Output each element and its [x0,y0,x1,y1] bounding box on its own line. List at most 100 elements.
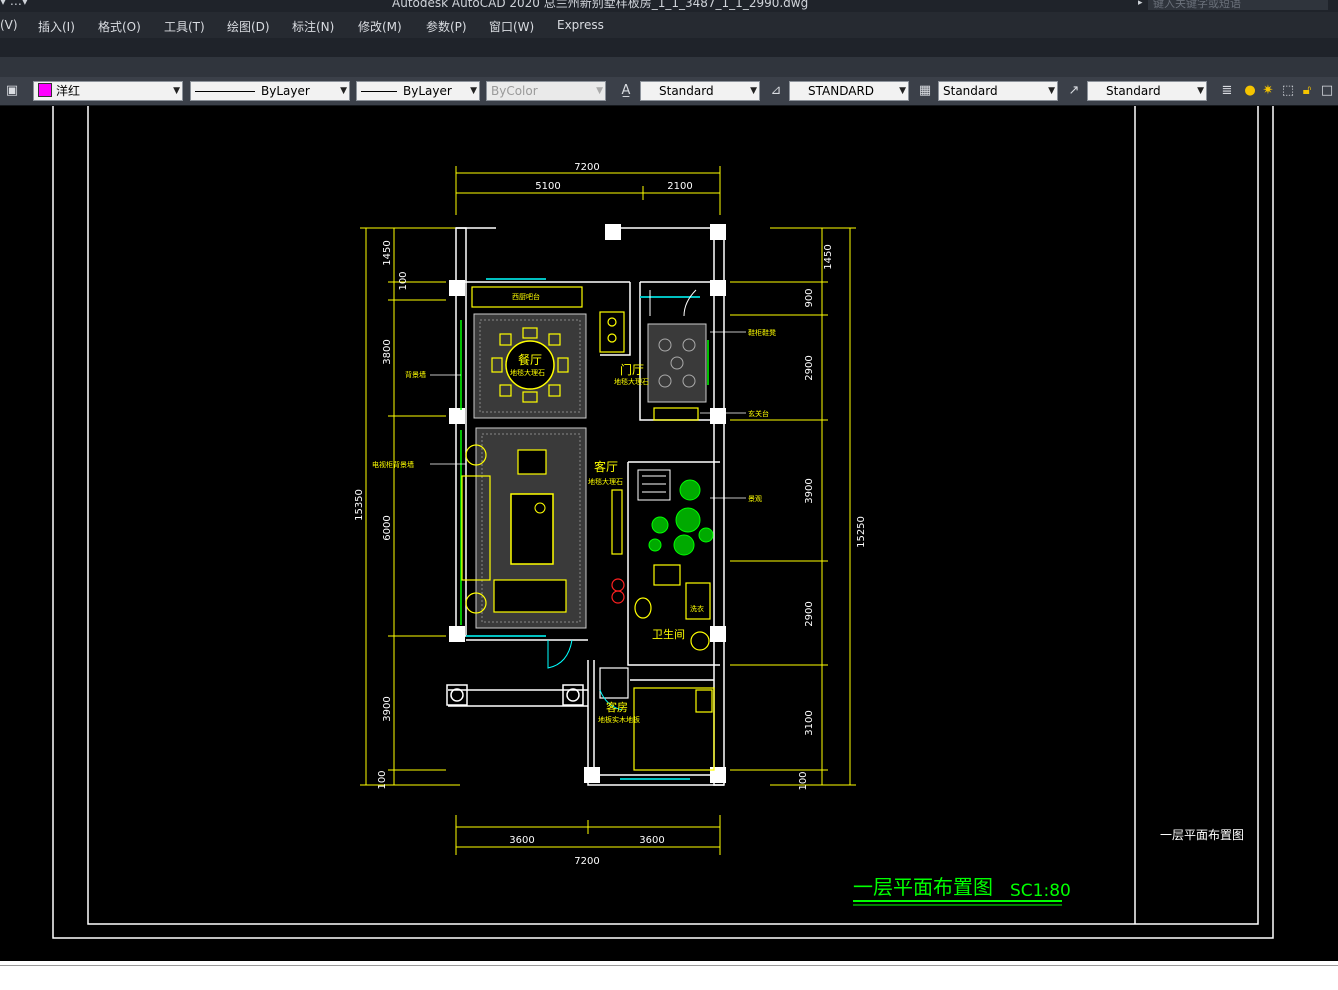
menu-item-modify[interactable]: 修改(M) [358,18,402,35]
dim-top-right: 2100 [667,181,692,192]
dim-right-seg: 3900 [804,478,815,503]
lineweight-value: ByLayer [403,84,452,98]
chevron-down-icon: ▼ [1197,86,1204,96]
note-entry-table: 玄关台 [748,409,769,418]
menu-item-window[interactable]: 窗口(W) [489,18,534,35]
drawing-title: 一层平面布置图 [853,875,993,899]
color-swatch [38,83,52,97]
menu-item-parametric[interactable]: 参数(P) [426,18,467,35]
color-box-icon[interactable]: □ [1318,82,1336,100]
linetype-dropdown[interactable]: ByLayer ▼ [190,81,350,101]
chevron-down-icon: ▼ [1048,86,1055,96]
color-value: 洋红 [56,84,81,98]
dim-left-seg: 100 [398,271,409,290]
lineweight-dropdown[interactable]: ByLayer ▼ [356,81,480,101]
dim-bottom-left: 3600 [509,835,534,846]
title-bar: ▾ …▾ Autodesk AutoCAD 2020 总兰州新别墅样板房_1_1… [0,0,1338,12]
menu-item-format[interactable]: 格式(O) [98,18,141,35]
room-living-sub: 地毯大理石 [588,477,623,486]
room-living: 客厅 [594,459,618,474]
drawing-title-block: 一层平面布置图 SC1:80 一层平面布置图 [853,828,1244,906]
search-input[interactable]: 键入关键字或短语 [1148,0,1328,10]
room-bathroom: 卫生间 [652,627,685,641]
chevron-down-icon: ▼ [470,86,477,96]
table-style-dropdown[interactable]: Standard ▼ [938,81,1058,101]
living-area [461,427,587,629]
dim-top-total: 7200 [574,162,599,173]
dim-bottom-total: 7200 [574,856,599,867]
note-shoe-cabinet: 鞋柜鞋凳 [748,328,776,337]
viewport-freeze-icon[interactable]: ⬚ [1279,82,1297,100]
dim-left-seg: 3900 [382,696,393,721]
table-style-icon[interactable]: ▦ [916,82,934,100]
dim-bottom-right: 3600 [639,835,664,846]
dim-right-seg: 900 [804,288,815,307]
menu-item-draw[interactable]: 绘图(D) [227,18,270,35]
plotstyle-value: ByColor [491,84,538,98]
chevron-down-icon: ▼ [750,86,757,96]
dim-left-seg: 3800 [382,339,393,364]
room-foyer-sub: 地毯大理石 [614,377,649,386]
dim-style-value: STANDARD [808,84,875,98]
window-title: Autodesk AutoCAD 2020 总兰州新别墅样板房_1_1_3487… [392,0,809,10]
dim-right-seg: 2900 [804,355,815,380]
quick-access-toolbar[interactable]: ▾ …▾ [0,0,28,8]
chevron-down-icon: ▼ [899,86,906,96]
foyer-area [647,289,707,421]
dim-left-total: 15350 [354,489,365,521]
bulb-on-icon[interactable]: ● [1241,82,1259,100]
linetype-value: ByLayer [261,84,310,98]
layer-properties-icon[interactable]: ≣ [1218,82,1236,100]
plotstyle-dropdown: ByColor ▼ [486,81,606,101]
entry-pillars [446,684,584,706]
chevron-down-icon: ▼ [173,86,180,96]
properties-toolbar: ▣ 洋红 ▼ ByLayer ▼ ByLayer ▼ ByColor ▼ A̲ … [0,77,1338,106]
room-foyer: 门厅 [620,362,644,377]
mleader-style-value: Standard [1106,84,1161,98]
dim-right-seg: 3100 [804,710,815,735]
status-bar [0,961,1338,990]
menu-item-express[interactable]: Express [557,18,604,32]
layer-match-icon[interactable]: ▣ [3,82,21,100]
note-laundry: 洗衣 [690,604,704,613]
dim-right-seg: 2900 [804,601,815,626]
dim-style-dropdown[interactable]: STANDARD ▼ [789,81,909,101]
drawing-scale: SC1:80 [1010,881,1071,901]
dim-left-seg: 100 [377,770,388,789]
color-dropdown[interactable]: 洋红 ▼ [33,81,183,101]
toolbar-dock [0,57,1338,77]
menu-item-view[interactable]: (V) [0,18,18,32]
note-feature-wall: 背景墙 [405,370,426,379]
menu-item-dimension[interactable]: 标注(N) [292,18,334,35]
dim-left-seg: 6000 [382,515,393,540]
dim-right-seg: 100 [798,771,809,790]
note-tv-wall: 电视柜背景墙 [372,460,414,469]
search-expand-icon[interactable]: ▸ [1138,0,1143,8]
text-style-dropdown[interactable]: Standard ▼ [640,81,760,101]
titleblock-label: 一层平面布置图 [1160,828,1244,842]
sun-icon[interactable]: ✷ [1259,82,1277,100]
lineweight-sample [361,91,397,92]
menu-item-insert[interactable]: 插入(I) [38,18,75,35]
status-divider [0,965,1338,966]
dim-left-seg: 1450 [382,240,393,265]
text-style-icon[interactable]: A̲ [617,82,635,100]
landscape-plants [611,469,714,556]
door-swings [547,639,623,711]
linetype-sample [195,91,255,92]
lock-open-icon[interactable]: 🔓︎ [1298,82,1316,100]
dimension-lines [360,166,856,855]
dim-right-total: 15250 [856,516,867,548]
menu-item-tools[interactable]: 工具(T) [164,18,205,35]
note-kitchen-counter: 西厨吧台 [512,292,540,301]
text-style-value: Standard [659,84,714,98]
dim-style-icon[interactable]: ⊿ [767,82,785,100]
room-dining-sub: 地毯大理石 [510,368,545,377]
mleader-style-dropdown[interactable]: Standard ▼ [1087,81,1207,101]
room-guestroom-sub: 地板实木地板 [598,715,640,724]
drawing-canvas[interactable]: 7200 5100 2100 3600 3600 7200 15350 1450… [0,106,1338,961]
room-dining: 餐厅 [518,352,542,367]
table-style-value: Standard [943,84,998,98]
chevron-down-icon: ▼ [340,86,347,96]
mleader-style-icon[interactable]: ↗ [1065,82,1083,100]
